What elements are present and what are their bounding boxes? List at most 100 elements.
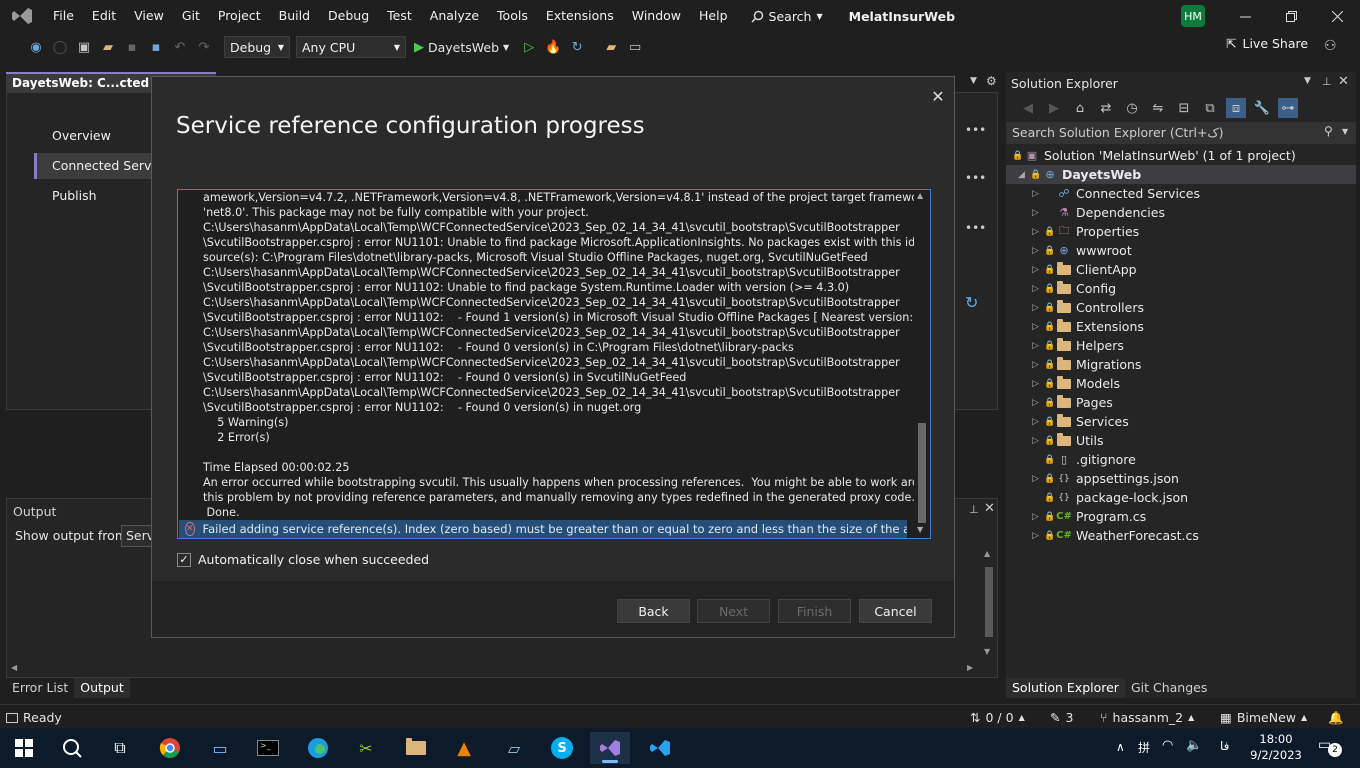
dialog-close-button[interactable]: ✕ [927,85,949,107]
tree-item[interactable]: ▷ 🔒 Migrations [1032,355,1141,374]
tree-item[interactable]: ▷ 🔒 Pages [1032,393,1113,412]
forward-icon[interactable]: ▶ [1044,98,1064,118]
gear-icon[interactable]: ⚙ [986,74,997,88]
tree-item[interactable]: ▷ 🔒 C# Program.cs [1032,507,1146,526]
solution-explorer-search-input[interactable]: Search Solution Explorer (Ctrl+ک) ⚲ ▼ [1006,122,1356,144]
solution-platform-select[interactable]: Any CPU ▼ [296,36,406,58]
tree-item[interactable]: ▷ 🔒 Utils [1032,431,1104,450]
more-options-icon[interactable]: ••• [965,171,986,185]
expand-icon[interactable]: ▷ [1032,360,1044,370]
tree-item[interactable]: ▷ 🔒 Helpers [1032,336,1124,355]
filter-icon[interactable]: ⧈ [1226,98,1246,118]
undo-icon[interactable]: ↶ [170,37,190,57]
expand-icon[interactable]: ▷ [1032,474,1044,484]
restore-button[interactable] [1268,0,1314,32]
chevron-down-icon[interactable]: ▼ [1342,127,1348,136]
expand-icon[interactable]: ▷ [1032,398,1044,408]
home-icon[interactable]: ⌂ [1070,98,1090,118]
tree-item[interactable]: ▷ ⚗ Dependencies [1032,203,1165,222]
status-edits[interactable]: ✎ 3 [1050,710,1073,725]
navigate-back-icon[interactable]: ◉ [26,37,46,57]
refresh-icon[interactable]: ↻ [965,293,978,312]
account-avatar[interactable]: HM [1181,5,1205,27]
nav-publish[interactable]: Publish [52,188,97,203]
output-horizontal-scrollbar[interactable]: ◀ ▶ [9,663,979,675]
feedback-icon[interactable]: ⚇ [1324,38,1337,54]
sync-icon[interactable]: ⇋ [1148,98,1168,118]
back-icon[interactable]: ◀ [1018,98,1038,118]
tree-item[interactable]: ▷ 🔒 Config [1032,279,1116,298]
task-view-icon[interactable]: ⧉ [100,732,140,764]
notepad-icon[interactable]: ▱ [494,732,534,764]
new-project-icon[interactable]: ▣ [74,37,94,57]
chevron-up-icon[interactable]: ∧ [1116,740,1125,754]
expand-icon[interactable]: ▷ [1032,265,1044,275]
expand-icon[interactable]: ▷ [1032,284,1044,294]
cancel-button[interactable]: Cancel [859,599,932,623]
expand-icon[interactable]: ▷ [1032,417,1044,427]
status-branch[interactable]: ⑂ hassanm_2 ▲ [1100,710,1194,725]
edge-icon[interactable] [298,732,338,764]
start-debugging-button[interactable]: ▶ DayetsWeb ▼ [414,40,509,55]
tree-item[interactable]: ▷ 🔒 🗀 Properties [1032,222,1139,241]
chrome-icon[interactable] [150,732,190,764]
tab-solution-explorer[interactable]: Solution Explorer [1006,678,1125,698]
expand-icon[interactable]: ▷ [1032,379,1044,389]
remote-desktop-icon[interactable]: ▭ [200,732,240,764]
expand-icon[interactable]: ▷ [1032,246,1044,256]
tree-item[interactable]: ▷ 🔒{} appsettings.json [1032,469,1179,488]
finish-button[interactable]: Finish [778,599,851,623]
refresh-icon[interactable]: ↻ [567,37,587,57]
close-icon[interactable]: ✕ [1338,74,1349,89]
tree-item[interactable]: 🔒 ▯ .gitignore [1032,450,1136,469]
output-vertical-scrollbar[interactable]: ▲ ▼ [983,549,995,659]
tree-item[interactable]: ▷ 🔒 Services [1032,412,1129,431]
log-vertical-scrollbar[interactable]: ▲ ▼ [914,191,930,537]
tab-output[interactable]: Output [74,678,130,698]
next-button[interactable]: Next [697,599,770,623]
file-explorer-icon[interactable] [396,732,436,764]
visual-studio-logo-icon[interactable] [0,0,44,32]
menu-window[interactable]: Window [623,0,690,32]
status-lines[interactable]: ⇅ 0 / 0 ▲ [970,710,1025,725]
start-menu-icon[interactable] [4,732,44,764]
menu-git[interactable]: Git [173,0,209,32]
menu-extensions[interactable]: Extensions [537,0,623,32]
tree-item[interactable]: ▷ 🔒 ClientApp [1032,260,1137,279]
navigate-forward-icon[interactable]: ◯ [50,37,70,57]
solution-configuration-select[interactable]: Debug ▼ [224,36,290,58]
more-options-icon[interactable]: ••• [965,221,986,235]
tree-project-node[interactable]: ◢ 🔒 ⊕ DayetsWeb [1006,165,1356,184]
back-button[interactable]: Back [617,599,690,623]
global-search-button[interactable]: Search ▼ [743,9,831,24]
wifi-icon[interactable]: ◠ [1162,738,1173,753]
more-options-icon[interactable]: ••• [965,123,986,137]
expand-icon[interactable]: ▷ [1032,341,1044,351]
expand-icon[interactable]: ▷ [1032,208,1044,218]
save-all-icon[interactable]: ▪ [146,37,166,57]
chevron-down-icon[interactable]: ▼ [1304,76,1311,86]
menu-test[interactable]: Test [378,0,421,32]
tree-item[interactable]: ▷ 🔒 Models [1032,374,1120,393]
keyboard-language[interactable]: فا [1220,739,1229,753]
speaker-icon[interactable]: 🔈 [1186,738,1202,753]
minimize-button[interactable] [1222,0,1268,32]
tab-git-changes[interactable]: Git Changes [1125,678,1213,698]
notification-bell-icon[interactable]: 🔔 [1328,710,1344,726]
scroll-thumb[interactable] [918,423,926,523]
scroll-down-icon[interactable]: ▼ [917,525,923,534]
menu-debug[interactable]: Debug [319,0,378,32]
menu-edit[interactable]: Edit [83,0,125,32]
live-share-button[interactable]: ⇱ Live Share [1226,36,1308,51]
expand-icon[interactable]: ▷ [1032,512,1044,522]
pin-icon[interactable]: ⊥ [1322,75,1332,88]
close-icon[interactable]: ✕ [984,501,995,516]
menu-analyze[interactable]: Analyze [421,0,488,32]
redo-icon[interactable]: ↷ [194,37,214,57]
tree-solution-node[interactable]: 🔒 ▣ Solution 'MelatInsurWeb' (1 of 1 pro… [1012,146,1296,165]
hot-reload-icon[interactable]: 🔥 [543,37,563,57]
browse-folder-icon[interactable]: ▰ [601,37,621,57]
tree-item[interactable]: ▷ 🔒 ⊕ wwwroot [1032,241,1132,260]
tree-item[interactable]: ▷ 🔒 C# WeatherForecast.cs [1032,526,1199,545]
menu-project[interactable]: Project [209,0,270,32]
